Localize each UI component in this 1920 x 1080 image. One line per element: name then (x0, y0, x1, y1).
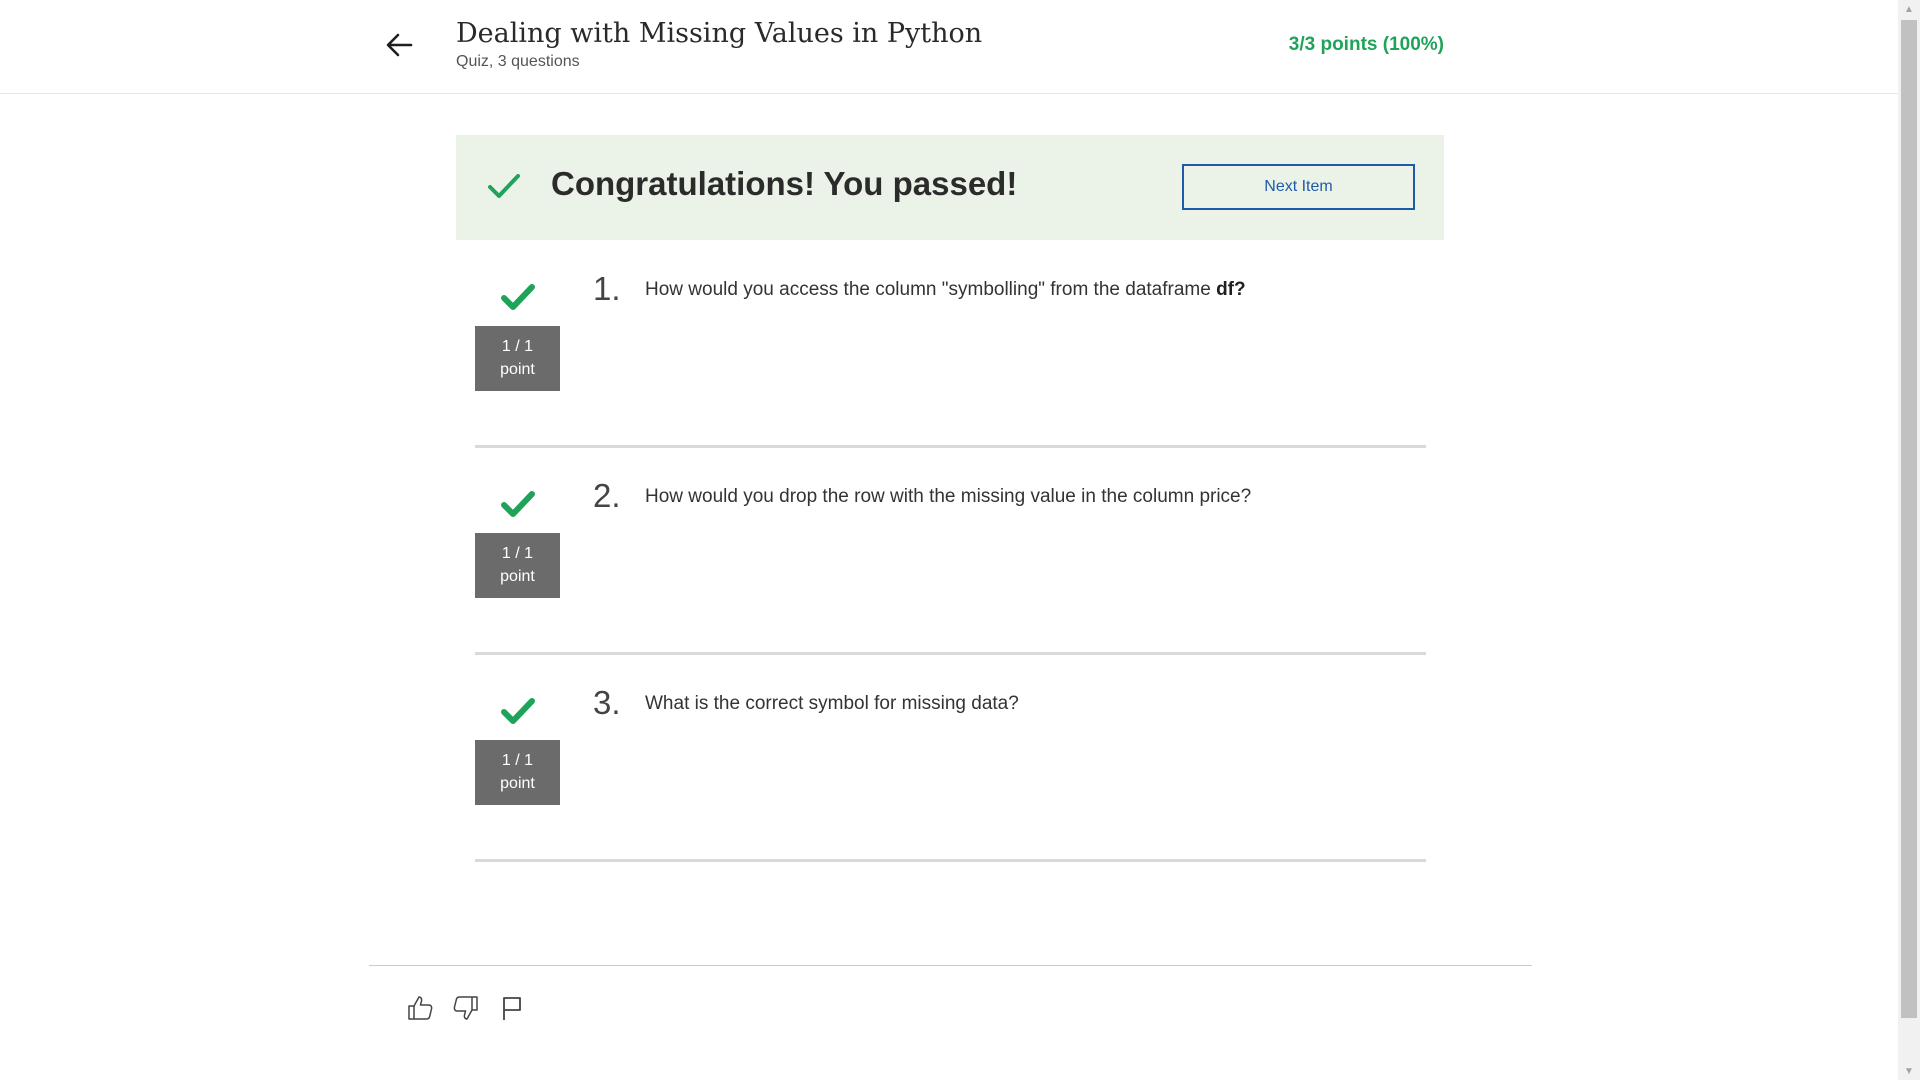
question-1: 1 / 1 point 1. How would you access the … (475, 262, 1426, 448)
question-number: 1. (593, 270, 621, 307)
thumbs-down-icon[interactable] (451, 993, 481, 1023)
next-item-button[interactable]: Next Item (1182, 164, 1415, 210)
question-text: How would you drop the row with the miss… (645, 486, 1252, 507)
question-text-main: How would you access the column "symboll… (645, 279, 1217, 300)
points-unit: point (500, 775, 535, 792)
points-badge: 1 / 1 point (475, 326, 560, 391)
question-text: What is the correct symbol for missing d… (645, 693, 1019, 714)
feedback-toolbar (405, 993, 527, 1023)
correct-check-icon (501, 696, 535, 731)
scroll-up-icon[interactable]: ▲ (1898, 0, 1920, 18)
page-title: Dealing with Missing Values in Python (456, 18, 983, 49)
correct-check-icon (501, 489, 535, 524)
pass-banner: Congratulations! You passed! Next Item (456, 135, 1444, 240)
flag-icon[interactable] (497, 993, 527, 1023)
points-unit: point (500, 568, 535, 585)
points-value: 1 / 1 (501, 752, 534, 769)
points-value: 1 / 1 (501, 545, 534, 562)
back-button[interactable] (380, 26, 418, 64)
check-icon (486, 168, 522, 209)
question-number: 3. (593, 684, 621, 721)
question-3: 1 / 1 point 3. What is the correct symbo… (475, 676, 1426, 862)
scrollbar-thumb[interactable] (1901, 20, 1917, 1018)
points-unit: point (500, 361, 535, 378)
points-badge: 1 / 1 point (475, 740, 560, 805)
correct-check-icon (501, 282, 535, 317)
thumbs-up-icon[interactable] (405, 993, 435, 1023)
question-2: 1 / 1 point 2. How would you drop the ro… (475, 469, 1426, 655)
quiz-header: Dealing with Missing Values in Python Qu… (0, 0, 1898, 94)
vertical-scrollbar[interactable]: ▲ ▼ (1898, 0, 1920, 1080)
points-badge: 1 / 1 point (475, 533, 560, 598)
question-text: How would you access the column "symboll… (645, 279, 1246, 301)
arrow-left-icon (386, 33, 413, 57)
scroll-down-icon[interactable]: ▼ (1898, 1062, 1920, 1080)
title-block: Dealing with Missing Values in Python Qu… (456, 16, 982, 71)
score-summary: 3/3 points (100%) (1288, 34, 1444, 55)
question-text-bold: df? (1216, 279, 1246, 300)
question-number: 2. (593, 477, 621, 514)
pass-message: Congratulations! You passed! (551, 165, 1018, 202)
page-subtitle: Quiz, 3 questions (456, 53, 580, 70)
footer-divider (369, 965, 1532, 966)
points-value: 1 / 1 (501, 338, 534, 355)
